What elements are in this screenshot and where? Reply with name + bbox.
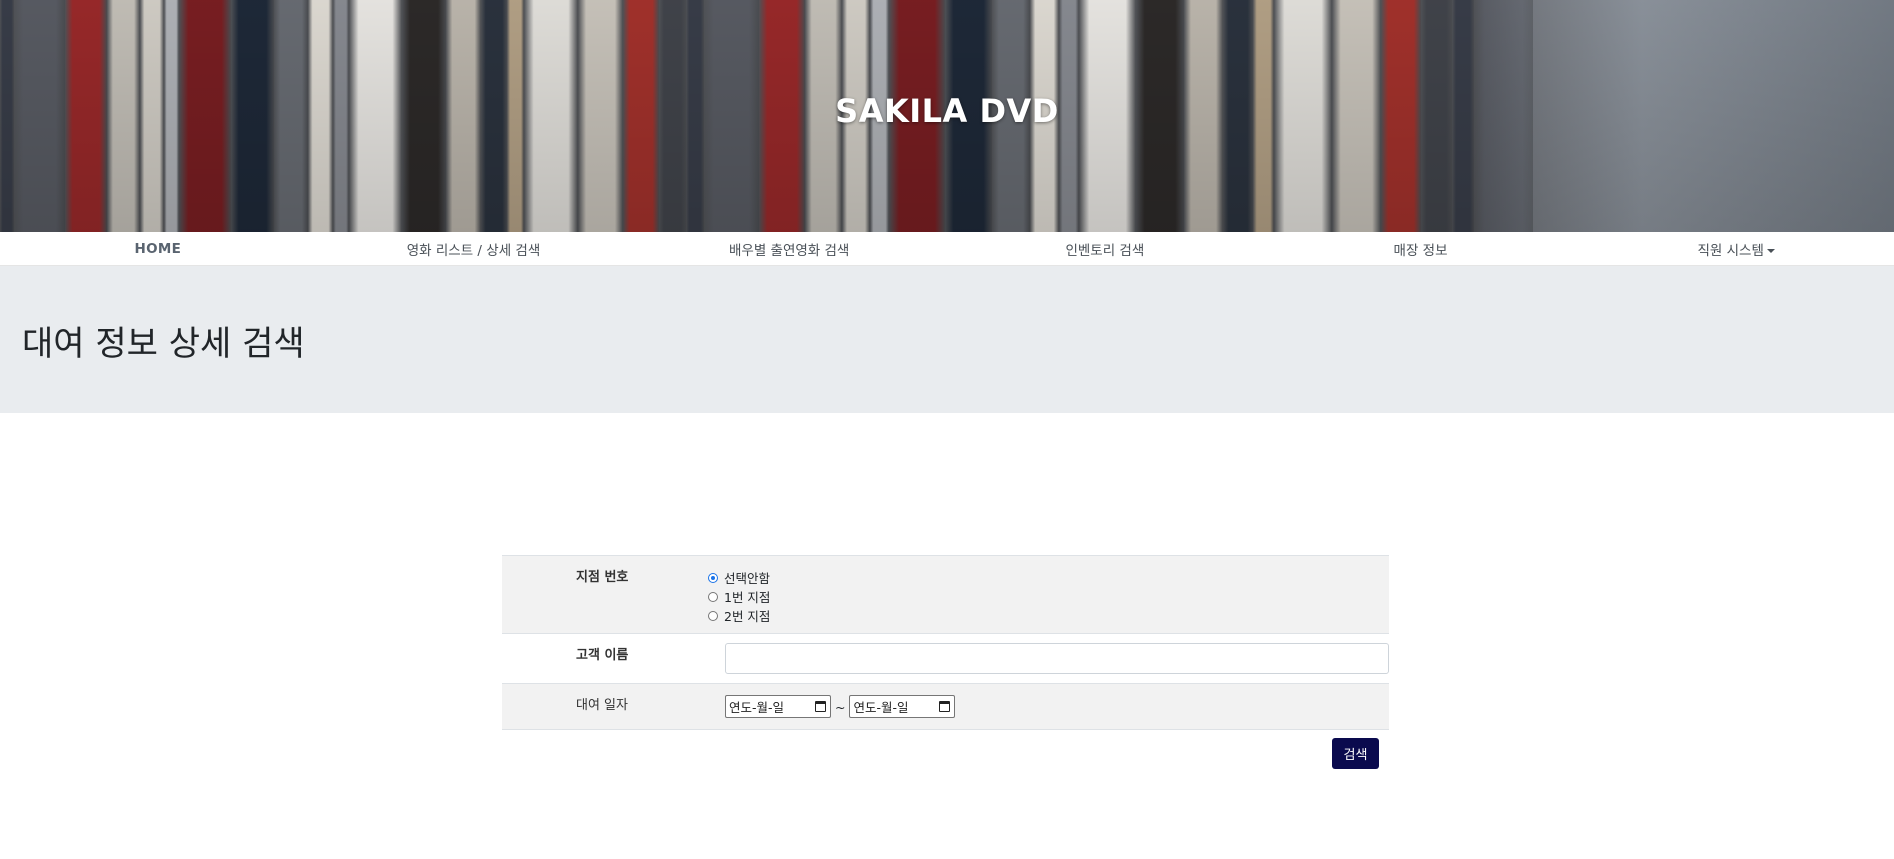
nav-store-info[interactable]: 매장 정보 xyxy=(1263,239,1579,259)
date-from-placeholder: 연도-월-일 xyxy=(729,700,785,715)
store-options: 선택안함 1번 지점 2번 지점 xyxy=(708,555,1389,634)
store-option-label: 1번 지점 xyxy=(724,590,771,605)
date-to-placeholder: 연도-월-일 xyxy=(853,700,909,715)
customer-label: 고객 이름 xyxy=(502,633,708,684)
nav-staff-dropdown[interactable]: 직원 시스템 xyxy=(1578,239,1894,259)
header-banner: SAKILA DVD xyxy=(0,0,1894,232)
caret-down-icon xyxy=(1766,248,1775,253)
rental-date-label: 대여 일자 xyxy=(502,683,708,730)
form-row-date: 대여 일자 연도-월-일 ~ 연도-월-일 xyxy=(502,683,1389,730)
store-option-label: 선택안함 xyxy=(724,571,771,586)
store-option-2[interactable]: 2번 지점 xyxy=(708,606,1389,625)
form-row-customer: 고객 이름 xyxy=(502,633,1389,684)
radio-icon[interactable] xyxy=(708,591,718,602)
search-form-table: 지점 번호 선택안함 1번 지점 2번 지점 고객 이름 대여 일자 연도-월-… xyxy=(502,555,1389,730)
date-to-input[interactable]: 연도-월-일 xyxy=(849,695,956,718)
page-header: 대여 정보 상세 검색 xyxy=(0,266,1894,413)
nav-film-list[interactable]: 영화 리스트 / 상세 검색 xyxy=(316,239,632,259)
date-from-input[interactable]: 연도-월-일 xyxy=(725,695,831,718)
page-title: 대여 정보 상세 검색 xyxy=(22,324,305,364)
store-label: 지점 번호 xyxy=(502,555,708,634)
search-button[interactable]: 검색 xyxy=(1332,738,1379,769)
form-row-store: 지점 번호 선택안함 1번 지점 2번 지점 xyxy=(502,555,1389,634)
radio-icon[interactable] xyxy=(708,610,718,621)
rental-search-form: 지점 번호 선택안함 1번 지점 2번 지점 고객 이름 대여 일자 연도-월-… xyxy=(502,555,1389,769)
customer-name-input[interactable] xyxy=(725,643,1389,674)
calendar-icon[interactable] xyxy=(815,701,826,712)
nav-inventory[interactable]: 인벤토리 검색 xyxy=(947,239,1263,259)
calendar-icon[interactable] xyxy=(939,701,951,712)
radio-selected-icon[interactable] xyxy=(708,572,718,583)
main-nav: HOME 영화 리스트 / 상세 검색 배우별 출연영화 검색 인벤토리 검색 … xyxy=(0,232,1894,266)
nav-home[interactable]: HOME xyxy=(0,241,316,257)
nav-actor-films[interactable]: 배우별 출연영화 검색 xyxy=(631,239,947,259)
site-title[interactable]: SAKILA DVD xyxy=(0,92,1894,130)
store-option-1[interactable]: 1번 지점 xyxy=(708,587,1389,606)
store-option-none[interactable]: 선택안함 xyxy=(708,568,1389,587)
store-option-label: 2번 지점 xyxy=(724,609,771,624)
date-separator: ~ xyxy=(835,700,846,715)
nav-staff-label: 직원 시스템 xyxy=(1697,242,1764,259)
